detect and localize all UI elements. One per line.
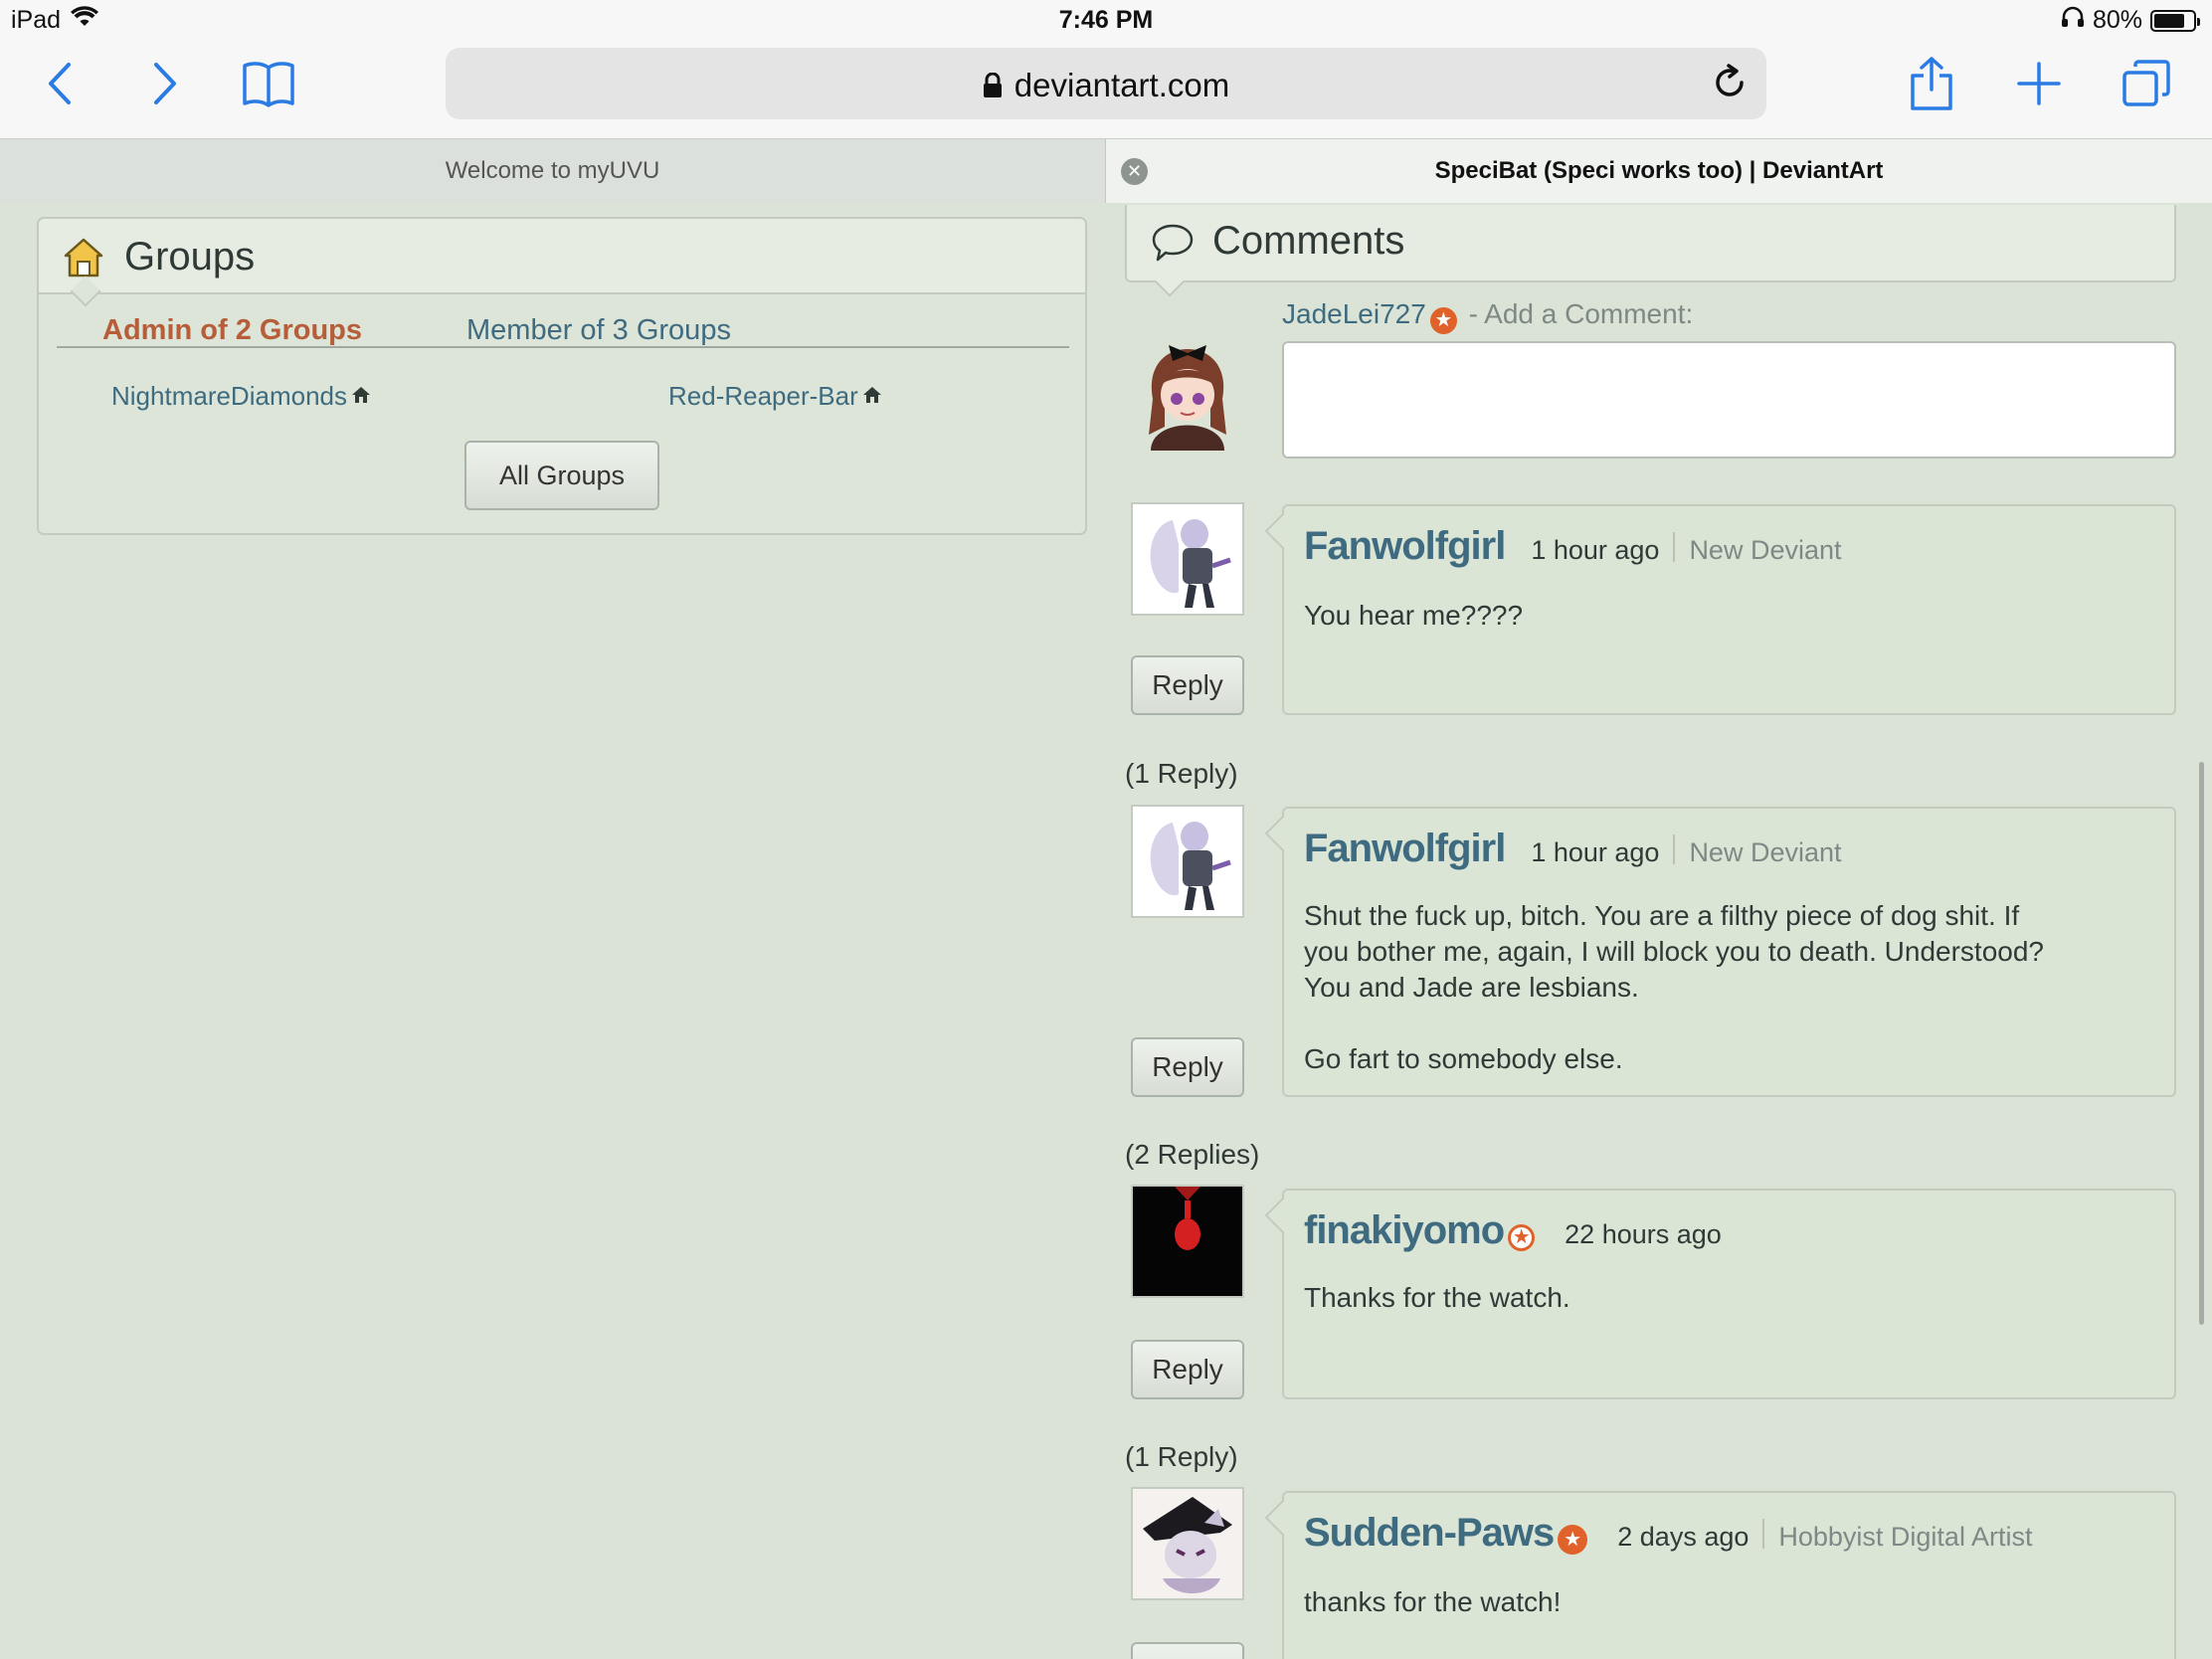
tab-bar: Welcome to myUVU ✕ SpeciBat (Speci works…	[0, 139, 2212, 203]
group-tabs: Admin of 2 Groups Member of 3 Groups	[57, 314, 1069, 348]
comment-time[interactable]: 2 days ago	[1617, 1522, 1749, 1553]
comment-line: Shut the fuck up, bitch. You are a filth…	[1304, 900, 2020, 931]
current-user-link[interactable]: JadeLei727	[1282, 298, 1426, 329]
comment-body: You hear me????	[1304, 600, 1524, 631]
tab-admin-groups[interactable]: Admin of 2 Groups	[102, 314, 362, 347]
comment-rank: Hobbyist Digital Artist	[1778, 1522, 2033, 1552]
meta-divider	[1762, 1518, 1765, 1549]
comment-line	[1304, 1006, 2148, 1041]
commenter-avatar[interactable]	[1131, 1487, 1244, 1600]
reload-icon[interactable]	[1711, 64, 1749, 106]
commenter-avatar[interactable]	[1131, 502, 1244, 616]
scrollbar[interactable]	[2199, 762, 2204, 1325]
comment-author[interactable]: finakiyomo	[1304, 1208, 1505, 1253]
comment-line: You and Jade are lesbians.	[1304, 972, 1639, 1003]
add-comment-line: JadeLei727 ★ - Add a Comment:	[1282, 298, 1693, 334]
core-member-badge-icon: ★	[1429, 307, 1457, 334]
share-icon[interactable]	[1902, 54, 1961, 113]
speech-bubble-icon	[1151, 222, 1195, 269]
comment-line: you bother me, again, I will block you t…	[1304, 936, 2044, 967]
core-member-badge-icon: ★	[1508, 1224, 1536, 1251]
chevron-right-icon[interactable]	[135, 54, 195, 113]
comments-title: Comments	[1212, 219, 1405, 263]
battery-percent: 80%	[2092, 6, 2142, 34]
meta-divider	[1673, 833, 1676, 864]
group-link-red-reaper-bar[interactable]: Red-Reaper-Bar	[668, 381, 882, 412]
tab-deviantart-label: SpeciBat (Speci works too) | DeviantArt	[1434, 157, 1884, 184]
comment-textarea[interactable]	[1282, 341, 2176, 459]
lock-icon	[983, 69, 1003, 106]
battery-icon	[2150, 9, 2200, 32]
reply-count[interactable]: (1 Reply)	[1125, 758, 1238, 790]
comment-time[interactable]: 1 hour ago	[1531, 535, 1659, 566]
browser-toolbar: deviantart.com	[0, 40, 2212, 139]
tab-deviantart[interactable]: ✕ SpeciBat (Speci works too) | DeviantAr…	[1106, 139, 2212, 203]
reply-count[interactable]: (1 Reply)	[1125, 1441, 1238, 1473]
comment-rank: New Deviant	[1689, 837, 1842, 867]
group-house-icon	[862, 381, 882, 412]
headphones-icon	[2061, 6, 2085, 35]
tab-member-groups[interactable]: Member of 3 Groups	[466, 314, 731, 347]
reply-button[interactable]: Reply	[1131, 655, 1244, 715]
comment-rank: New Deviant	[1689, 535, 1842, 565]
comment-time[interactable]: 22 hours ago	[1565, 1219, 1722, 1250]
header-notch	[1154, 266, 1186, 297]
commenter-avatar[interactable]	[1131, 805, 1244, 918]
plus-icon[interactable]	[2009, 54, 2069, 113]
close-tab-icon[interactable]: ✕	[1121, 158, 1148, 185]
comment-card: finakiyomo ★ 22 hours ago Thanks for the …	[1282, 1189, 2176, 1399]
current-user-avatar[interactable]	[1131, 337, 1244, 451]
tab-myuvu[interactable]: Welcome to myUVU	[0, 139, 1106, 203]
clock: 7:46 PM	[1058, 6, 1154, 34]
groups-header: Groups	[39, 219, 1085, 307]
comment-card: Fanwolfgirl 1 hour ago New Deviant Shut …	[1282, 807, 2176, 1097]
group-link-nightmarediamonds[interactable]: NightmareDiamonds	[111, 381, 371, 412]
group-house-icon	[351, 381, 371, 412]
address-bar[interactable]: deviantart.com	[446, 48, 1766, 119]
comment-body: thanks for the watch!	[1304, 1586, 1562, 1617]
comments-header: Comments	[1125, 205, 2176, 297]
chevron-left-icon[interactable]	[30, 54, 90, 113]
groups-panel: Groups Admin of 2 Groups Member of 3 Gro…	[37, 217, 1087, 535]
comment-body: Shut the fuck up, bitch. You are a filth…	[1304, 898, 2148, 1077]
reply-button[interactable]: Reply	[1131, 1642, 1244, 1659]
comment-author[interactable]: Fanwolfgirl	[1304, 524, 1506, 569]
add-comment-prompt: - Add a Comment:	[1468, 298, 1694, 329]
reply-count[interactable]: (2 Replies)	[1125, 1139, 1259, 1171]
tab-myuvu-label: Welcome to myUVU	[445, 157, 660, 184]
meta-divider	[1673, 531, 1676, 562]
comment-card: Sudden-Paws ★ 2 days ago Hobbyist Digital…	[1282, 1491, 2176, 1659]
comment-card: Fanwolfgirl 1 hour ago New Deviant You h…	[1282, 504, 2176, 715]
all-groups-button[interactable]: All Groups	[464, 441, 659, 510]
comment-time[interactable]: 1 hour ago	[1531, 837, 1659, 868]
url-text: deviantart.com	[1014, 67, 1230, 103]
comment-body: Thanks for the watch.	[1304, 1282, 1570, 1313]
comment-line: Go fart to somebody else.	[1304, 1043, 1623, 1074]
comment-author[interactable]: Fanwolfgirl	[1304, 827, 1506, 871]
commenter-avatar[interactable]	[1131, 1185, 1244, 1298]
core-member-badge-icon: ★	[1558, 1525, 1588, 1555]
status-bar: iPad 7:46 PM 80%	[0, 0, 2212, 40]
reply-button[interactable]: Reply	[1131, 1037, 1244, 1097]
comment-author[interactable]: Sudden-Paws	[1304, 1511, 1555, 1556]
reply-button[interactable]: Reply	[1131, 1340, 1244, 1399]
tabs-icon[interactable]	[2117, 54, 2176, 113]
book-icon[interactable]	[239, 54, 298, 113]
groups-title: Groups	[124, 235, 256, 278]
